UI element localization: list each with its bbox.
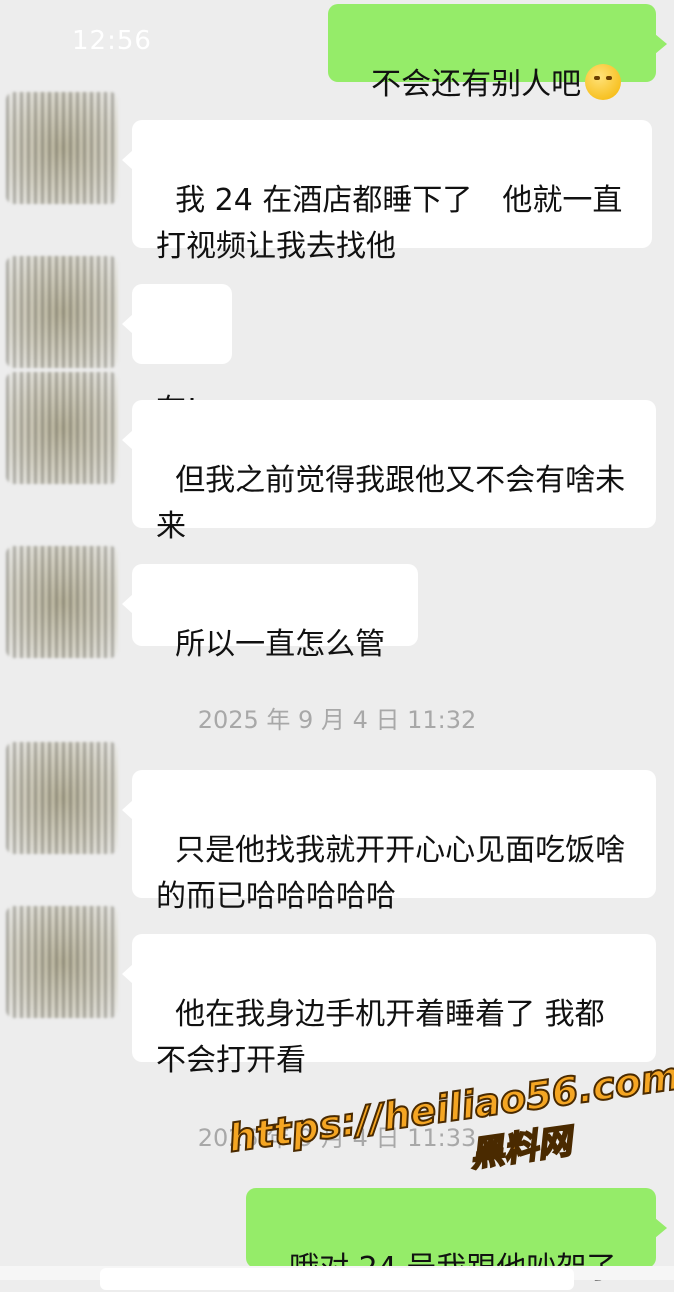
message-text: 不会还有别人吧 — [371, 67, 582, 102]
incoming-message-bubble[interactable]: 但我之前觉得我跟他又不会有啥未来 — [122, 400, 656, 544]
incoming-message-bubble[interactable]: 他在我身边手机开着睡着了 我都不会打开看 — [122, 934, 656, 1078]
message-input[interactable] — [100, 1268, 574, 1290]
incoming-message-bubble[interactable]: 所以一直怎么管 — [122, 564, 418, 662]
contact-avatar[interactable] — [6, 92, 118, 204]
status-bar-time: 12:56 — [72, 26, 152, 56]
message-text: 所以一直怎么管 — [175, 627, 386, 662]
message-text: 但我之前觉得我跟他又不会有啥未来 — [156, 463, 626, 544]
message-text: 他在我身边手机开着睡着了 我都不会打开看 — [156, 997, 605, 1078]
contact-avatar[interactable] — [6, 906, 118, 1018]
incoming-message-bubble[interactable]: 只是他找我就开开心心见面吃饭啥的而已哈哈哈哈哈 — [122, 770, 656, 914]
message-timestamp: 2025 年 9 月 4 日 11:32 — [197, 706, 477, 734]
chat-input-bar — [0, 1266, 674, 1290]
incoming-message-bubble[interactable]: 有! — [122, 284, 232, 428]
sweat-smile-emoji-icon — [585, 64, 622, 100]
outgoing-message-bubble[interactable]: 哦对 24 号我跟他吵架了 — [246, 1188, 667, 1286]
contact-avatar[interactable] — [6, 742, 118, 854]
message-text: 只是他找我就开开心心见面吃饭啥的而已哈哈哈哈哈 — [156, 833, 626, 914]
contact-avatar[interactable] — [6, 372, 118, 484]
incoming-message-bubble[interactable]: 我 24 在酒店都睡下了 他就一直打视频让我去找他 — [122, 120, 652, 264]
contact-avatar[interactable] — [6, 256, 118, 368]
contact-avatar[interactable] — [6, 546, 118, 658]
outgoing-message-bubble[interactable]: 不会还有别人吧 — [328, 4, 667, 102]
message-text: 我 24 在酒店都睡下了 他就一直打视频让我去找他 — [156, 183, 623, 264]
